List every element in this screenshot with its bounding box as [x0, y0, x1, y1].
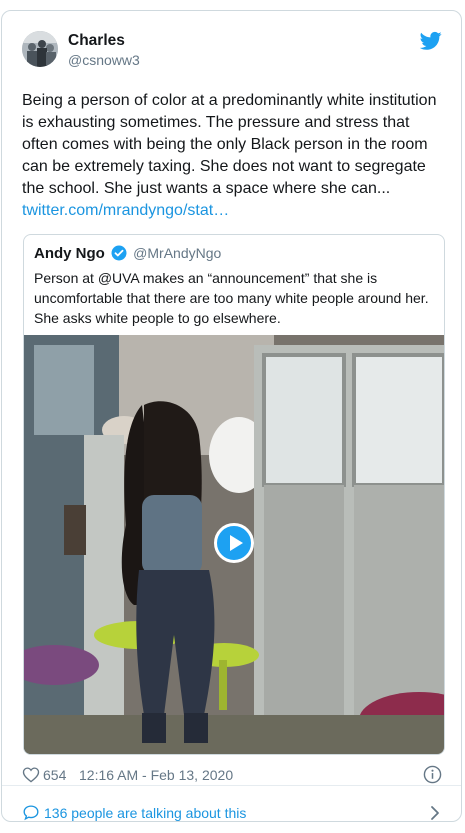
conversation-link[interactable]: 136 people are talking about this — [22, 802, 444, 826]
info-icon[interactable] — [423, 765, 442, 784]
quoted-text: Person at @UVA makes an “announcement” t… — [34, 270, 429, 326]
tweet-text: Being a person of color at a predominant… — [22, 90, 440, 222]
avatar[interactable] — [22, 31, 58, 67]
tweet-timestamp[interactable]: 12:16 AM - Feb 13, 2020 — [79, 767, 233, 783]
quoted-author-handle[interactable]: @MrAndyNgo — [133, 245, 221, 261]
video-thumbnail[interactable] — [24, 335, 444, 754]
author-handle[interactable]: @csnoww3 — [68, 52, 140, 68]
conversation-count[interactable]: 136 people are talking about this — [44, 805, 246, 821]
tweet-link[interactable]: twitter.com/mrandyngo/stat… — [22, 202, 229, 219]
speech-bubble-icon — [23, 805, 39, 821]
play-icon[interactable] — [214, 523, 254, 563]
author-name[interactable]: Charles — [68, 32, 125, 50]
verified-badge-icon — [111, 245, 127, 261]
like-count[interactable]: 654 — [43, 767, 66, 783]
divider — [2, 785, 461, 786]
tweet-body: Being a person of color at a predominant… — [22, 92, 437, 197]
twitter-bird-icon[interactable] — [420, 31, 442, 51]
quoted-author-name[interactable]: Andy Ngo — [34, 245, 105, 262]
quoted-tweet[interactable]: Andy Ngo @MrAndyNgo Person at @UVA makes… — [23, 234, 445, 755]
heart-icon[interactable] — [22, 766, 40, 783]
quoted-header: Andy Ngo @MrAndyNgo — [34, 245, 221, 262]
tweet-meta: 654 12:16 AM - Feb 13, 2020 — [22, 764, 444, 786]
chevron-right-icon[interactable] — [428, 804, 442, 822]
tweet-header: Charles @csnoww3 — [22, 31, 442, 79]
tweet-card: Charles @csnoww3 Being a person of color… — [1, 10, 462, 822]
